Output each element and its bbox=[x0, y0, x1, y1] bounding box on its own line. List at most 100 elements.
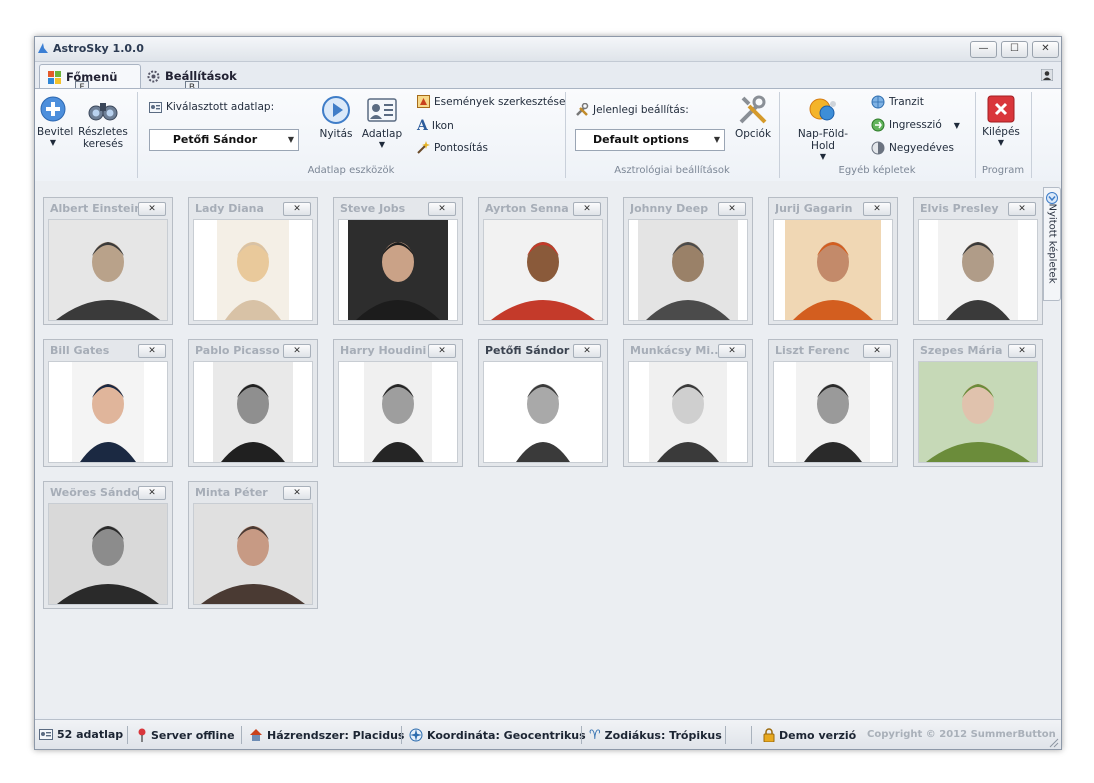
card-close-button[interactable]: ✕ bbox=[718, 344, 746, 358]
profile-card[interactable]: Minta Péter ✕ bbox=[188, 481, 318, 609]
profile-card[interactable]: Munkácsy Mi... ✕ bbox=[623, 339, 753, 467]
profile-card[interactable]: Bill Gates ✕ bbox=[43, 339, 173, 467]
bevitel-label: Bevitel bbox=[37, 126, 74, 138]
profile-card[interactable]: Johnny Deep ✕ bbox=[623, 197, 753, 325]
profile-card[interactable]: Albert Einstein ✕ bbox=[43, 197, 173, 325]
status-demo-text: Demo verzió bbox=[779, 728, 857, 742]
profile-card[interactable]: Steve Jobs ✕ bbox=[333, 197, 463, 325]
binoculars-icon bbox=[88, 103, 118, 121]
portrait-image bbox=[193, 503, 313, 605]
card-close-button[interactable]: ✕ bbox=[138, 202, 166, 216]
app-logo-icon bbox=[38, 43, 48, 53]
card-close-button[interactable]: ✕ bbox=[138, 344, 166, 358]
kilepes-label: Kilépés bbox=[982, 126, 1020, 138]
portrait-photo bbox=[217, 220, 289, 320]
reszletes-kereses-button[interactable]: Részletes keresés bbox=[77, 95, 129, 150]
card-close-button[interactable]: ✕ bbox=[1008, 202, 1036, 216]
profile-card[interactable]: Elvis Presley ✕ bbox=[913, 197, 1043, 325]
profile-card[interactable]: Harry Houdini ✕ bbox=[333, 339, 463, 467]
id-card-icon bbox=[149, 101, 162, 113]
profile-card[interactable]: Szepes Mária ✕ bbox=[913, 339, 1043, 467]
profile-card[interactable]: Liszt Ferenc ✕ bbox=[768, 339, 898, 467]
tools-icon bbox=[576, 103, 589, 116]
chevron-down-icon: ▼ bbox=[953, 120, 960, 130]
profile-card[interactable]: Weöres Sándor ✕ bbox=[43, 481, 173, 609]
pontositas-button[interactable]: Pontosítás bbox=[417, 141, 488, 154]
bevitel-button[interactable]: Bevitel ▼ bbox=[37, 95, 74, 147]
selected-sheet-dropdown[interactable]: Petőfi Sándor ▼ bbox=[149, 129, 299, 151]
profile-card[interactable]: Jurij Gagarin ✕ bbox=[768, 197, 898, 325]
profile-card[interactable]: Lady Diana ✕ bbox=[188, 197, 318, 325]
portrait-photo bbox=[796, 362, 870, 462]
card-close-button[interactable]: ✕ bbox=[863, 202, 891, 216]
event-edit-icon bbox=[417, 95, 430, 108]
profile-card[interactable]: Petőfi Sándor ✕ bbox=[478, 339, 608, 467]
status-separator bbox=[725, 726, 726, 744]
maximize-button[interactable]: ☐ bbox=[1001, 41, 1028, 58]
minimize-button[interactable]: — bbox=[970, 41, 997, 58]
portrait-image bbox=[483, 219, 603, 321]
portrait-image bbox=[48, 503, 168, 605]
card-close-button[interactable]: ✕ bbox=[573, 344, 601, 358]
card-name: Pablo Picasso bbox=[195, 344, 280, 357]
portrait-photo bbox=[649, 362, 727, 462]
close-icon bbox=[987, 95, 1015, 123]
adatlap-button[interactable]: Adatlap ▼ bbox=[361, 95, 403, 149]
card-close-button[interactable]: ✕ bbox=[283, 344, 311, 358]
card-close-button[interactable]: ✕ bbox=[718, 202, 746, 216]
window-title: AstroSky 1.0.0 bbox=[53, 42, 144, 55]
copyright-text: Copyright © 2012 SummerButton bbox=[867, 729, 1056, 740]
card-header: Harry Houdini ✕ bbox=[334, 340, 462, 360]
negyedeves-button[interactable]: Negyedéves bbox=[871, 141, 954, 155]
resize-grip-icon[interactable] bbox=[1049, 738, 1059, 748]
profile-card[interactable]: Pablo Picasso ✕ bbox=[188, 339, 318, 467]
chevron-down-icon: ▼ bbox=[287, 135, 294, 144]
sun-earth-moon-icon bbox=[809, 98, 836, 121]
kilepes-button[interactable]: Kilépés ▼ bbox=[981, 95, 1021, 147]
group-separator bbox=[1031, 92, 1032, 178]
card-close-button[interactable]: ✕ bbox=[283, 486, 311, 500]
card-close-button[interactable]: ✕ bbox=[283, 202, 311, 216]
esemenyek-label: Események szerkesztése bbox=[434, 95, 566, 108]
esemenyek-szerkesztese-button[interactable]: Események szerkesztése bbox=[417, 95, 565, 108]
portrait-photo bbox=[785, 220, 881, 320]
tab-fomenu[interactable]: Főmenü bbox=[39, 64, 141, 89]
portrait-image bbox=[773, 361, 893, 463]
tranzit-button[interactable]: Tranzit bbox=[871, 95, 924, 109]
card-header: Szepes Mária ✕ bbox=[914, 340, 1042, 360]
portrait-photo bbox=[364, 362, 432, 462]
card-close-button[interactable]: ✕ bbox=[863, 344, 891, 358]
card-header: Petőfi Sándor ✕ bbox=[479, 340, 607, 360]
status-demo: Demo verzió bbox=[763, 728, 856, 742]
current-setting-label: Jelenlegi beállítás: bbox=[593, 103, 689, 116]
card-header: Ayrton Senna ✕ bbox=[479, 198, 607, 218]
ikon-button[interactable]: A Ikon bbox=[417, 118, 454, 134]
chevron-down-icon: ▼ bbox=[819, 152, 827, 161]
pin-icon bbox=[138, 728, 146, 742]
magic-wand-icon bbox=[417, 141, 430, 154]
close-window-button[interactable]: ✕ bbox=[1032, 41, 1059, 58]
card-header: Jurij Gagarin ✕ bbox=[769, 198, 897, 218]
nap-fold-hold-label: Nap-Föld-Hold bbox=[797, 128, 849, 152]
card-close-button[interactable]: ✕ bbox=[573, 202, 601, 216]
nyitas-button[interactable]: Nyitás bbox=[317, 95, 355, 140]
portrait-photo bbox=[508, 362, 578, 462]
portrait-photo bbox=[49, 504, 167, 604]
nyitas-label: Nyitás bbox=[319, 128, 353, 140]
card-close-button[interactable]: ✕ bbox=[138, 486, 166, 500]
profile-card[interactable]: Ayrton Senna ✕ bbox=[478, 197, 608, 325]
card-close-button[interactable]: ✕ bbox=[428, 344, 456, 358]
opciok-button[interactable]: Opciók bbox=[733, 95, 773, 140]
aries-icon: ♈ bbox=[589, 728, 601, 743]
nyitott-kepletek-side-tab[interactable]: Nyitott képletek bbox=[1043, 187, 1061, 301]
nap-fold-hold-button[interactable]: Nap-Föld-Hold ▼ bbox=[787, 95, 859, 161]
app-window: AstroSky 1.0.0 — ☐ ✕ Főmenü F Beállításo… bbox=[34, 36, 1062, 750]
tab-fomenu-label: Főmenü bbox=[66, 70, 118, 84]
card-close-button[interactable]: ✕ bbox=[1008, 344, 1036, 358]
user-icon[interactable] bbox=[1041, 69, 1053, 81]
group-label-asztro: Asztrológiai beállítások bbox=[614, 165, 730, 176]
card-close-button[interactable]: ✕ bbox=[428, 202, 456, 216]
status-house-text: Házrendszer: Placidus bbox=[267, 728, 405, 742]
ingresszio-button[interactable]: Ingresszió ▼ bbox=[871, 118, 960, 132]
current-setting-dropdown[interactable]: Default options ▼ bbox=[575, 129, 725, 151]
